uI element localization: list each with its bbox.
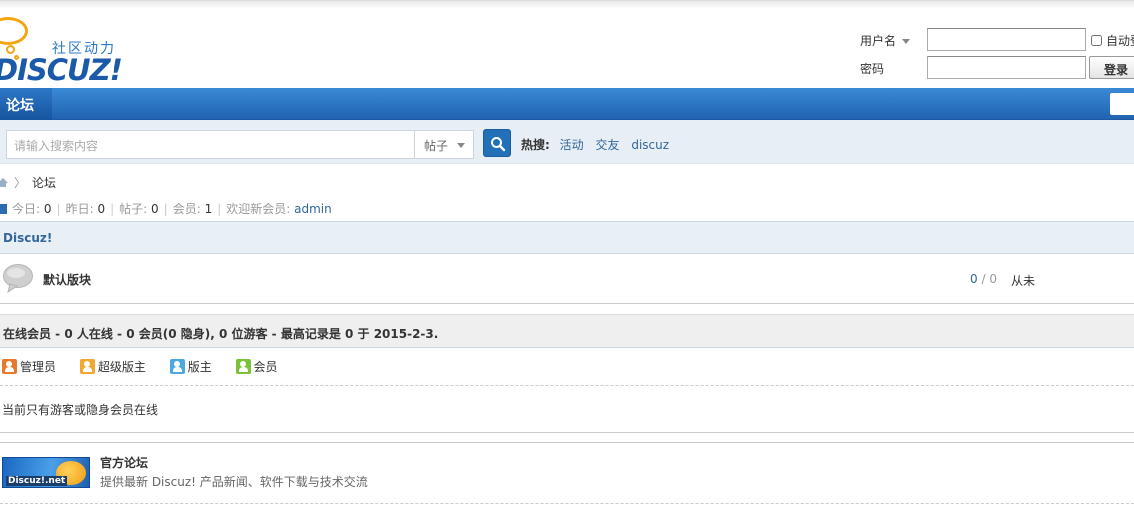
search-button[interactable] [483, 129, 511, 157]
stats-today-label: 今日: [12, 202, 41, 216]
site-logo[interactable]: 社区动力 DISCUZ! [0, 13, 130, 87]
logo-label: Discuz!.net [6, 476, 68, 486]
stats-yesterday-label: 昨日: [65, 202, 94, 216]
legend-item-super-moderator: 超级版主 [79, 358, 146, 375]
super-moderator-user-icon [79, 359, 95, 374]
stats-welcome-label: 欢迎新会员: [226, 202, 291, 216]
breadcrumb-current: 论坛 [32, 176, 57, 190]
login-form: 用户名 自动登 密码 登录 [860, 28, 1134, 83]
member-user-icon [235, 359, 251, 374]
username-type-select[interactable]: 用户名 [860, 32, 911, 49]
legend-label: 超级版主 [97, 360, 146, 374]
logo-wordmark: DISCUZ! [0, 53, 123, 87]
stats-members-value: 1 [204, 202, 213, 216]
stats-chart-icon [0, 204, 7, 214]
forum-name[interactable]: 默认版块 [43, 271, 91, 288]
hot-term-link[interactable]: discuz [631, 138, 669, 152]
password-label: 密码 [860, 62, 885, 76]
main-nav: 论坛 [0, 88, 1134, 120]
forum-thread-count: 0 [970, 272, 978, 286]
divider [0, 442, 1134, 443]
forum-row: 默认版块 0 / 0 从未 [0, 255, 1134, 304]
stats-members-label: 会员: [172, 202, 201, 216]
divider [0, 385, 1134, 386]
legend-label: 会员 [253, 360, 278, 374]
hot-term-link[interactable]: 活动 [560, 138, 584, 152]
legend-label: 版主 [187, 360, 212, 374]
moderator-user-icon [169, 359, 185, 374]
divider [0, 503, 1134, 504]
search-type-select[interactable]: 帖子 [414, 130, 474, 159]
online-header: 在线会员 - 0 人在线 - 0 会员(0 隐身), 0 位游客 - 最高记录是… [0, 314, 1134, 348]
username-label: 用户名 [860, 34, 897, 48]
divider [0, 432, 1134, 433]
forum-last-post: 从未 [1011, 274, 1036, 288]
legend-item-member: 会员 [235, 358, 278, 375]
login-button[interactable]: 登录 [1089, 56, 1134, 79]
stats-posts-value: 0 [151, 202, 159, 216]
breadcrumb-separator: 〉 [14, 176, 27, 190]
stats-yesterday-value: 0 [97, 202, 106, 216]
remember-me-checkbox[interactable] [1091, 35, 1102, 46]
link-title[interactable]: 官方论坛 [100, 454, 148, 471]
logo-bubble-icon [0, 17, 28, 45]
newest-member-link[interactable]: admin [294, 202, 332, 216]
remember-me-label: 自动登 [1106, 34, 1134, 48]
legend-item-admin: 管理员 [2, 358, 56, 375]
nav-quick-box[interactable] [1110, 93, 1134, 115]
hot-search-label: 热搜: [521, 138, 550, 152]
nav-tab-forum[interactable]: 论坛 [0, 88, 52, 120]
search-input[interactable]: 请输入搜索内容 [6, 130, 415, 159]
password-input[interactable] [927, 56, 1086, 79]
hot-term-link[interactable]: 交友 [595, 138, 619, 152]
chevron-down-icon [457, 143, 465, 148]
category-title[interactable]: Discuz! [3, 231, 52, 245]
stats-posts-label: 帖子: [119, 202, 148, 216]
discuz-net-logo[interactable]: Discuz!.net [2, 457, 90, 488]
admin-user-icon [2, 359, 17, 374]
member-legend: 管理员 超级版主 版主 会员 [2, 358, 298, 375]
chevron-down-icon [902, 39, 911, 44]
search-type-label: 帖子 [424, 139, 449, 153]
breadcrumb: 〉论坛 [0, 174, 56, 190]
forum-stats: 今日: 0 | 昨日: 0 | 帖子: 0 | 会员: 1 | 欢迎新会员: admin [0, 200, 332, 217]
friend-link-official: Discuz!.net 官方论坛 提供最新 Discuz! 产品新闻、软件下载与… [0, 453, 1134, 503]
search-bar: 请输入搜索内容 帖子 热搜: 活动 交友 discuz [0, 120, 1134, 164]
online-empty-message: 当前只有游客或隐身会员在线 [2, 403, 159, 417]
forum-bubble-icon [3, 264, 33, 293]
home-icon[interactable] [0, 178, 8, 187]
remember-me[interactable]: 自动登 [1091, 32, 1134, 49]
legend-label: 管理员 [20, 360, 57, 374]
stats-today-value: 0 [43, 202, 52, 216]
hot-search: 热搜: 活动 交友 discuz [521, 136, 677, 153]
forum-post-count: 0 [989, 272, 997, 286]
online-summary[interactable]: 在线会员 - 0 人在线 - 0 会员(0 隐身), 0 位游客 - 最高记录是… [3, 325, 438, 342]
legend-item-moderator: 版主 [169, 358, 212, 375]
site-header: 社区动力 DISCUZ! 用户名 自动登 密码 登录 [0, 0, 1134, 88]
search-icon [491, 137, 506, 152]
username-input[interactable] [927, 28, 1086, 51]
category-header: Discuz! [0, 221, 1134, 254]
forum-counts: 0 / 0 [970, 272, 997, 286]
link-description: 提供最新 Discuz! 产品新闻、软件下载与技术交流 [100, 475, 368, 489]
